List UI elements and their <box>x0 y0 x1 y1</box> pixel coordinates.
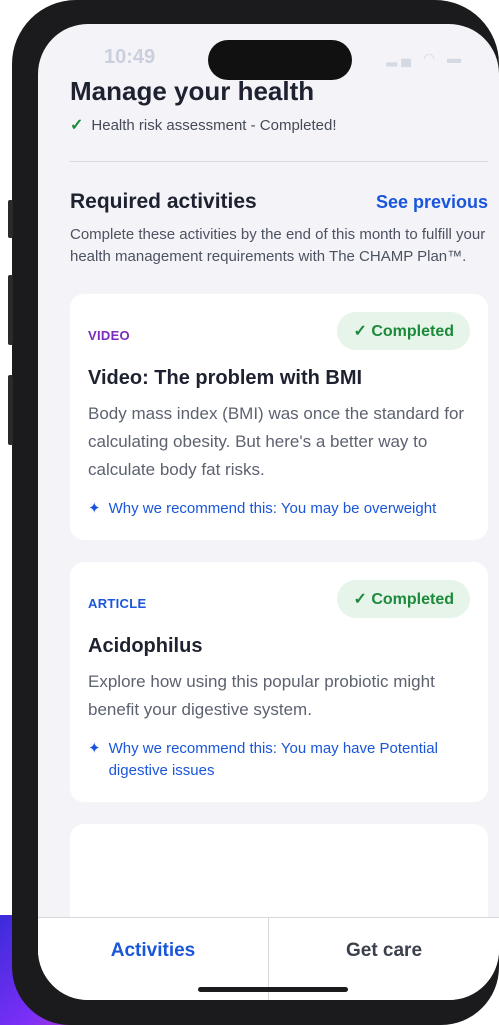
sparkle-icon: ✦ <box>88 740 101 757</box>
divider <box>70 161 488 162</box>
recommendation-text: Why we recommend this: You may be overwe… <box>108 500 437 517</box>
phone-frame: 10:49 ▂▄ ◠ ▬ Manage your health ✓ Health… <box>8 0 499 1025</box>
recommendation-text: Why we recommend this: You may have Pote… <box>108 740 438 779</box>
activity-card-video[interactable]: VIDEO ✓ Completed Video: The problem wit… <box>70 294 488 540</box>
required-description: Complete these activities by the end of … <box>70 226 486 265</box>
assessment-status: ✓ Health risk assessment - Completed! <box>70 115 488 135</box>
recommendation-reason[interactable]: ✦ Why we recommend this: You may be over… <box>88 498 470 520</box>
card-title: Acidophilus <box>88 635 203 657</box>
main-content: Manage your health ✓ Health risk assessm… <box>70 76 488 950</box>
signal-icon: ▂▄ <box>386 50 415 66</box>
required-header: Required activities See previous <box>70 190 488 214</box>
battery-icon: ▬ <box>447 50 465 66</box>
sparkle-icon: ✦ <box>88 500 101 517</box>
recommendation-reason[interactable]: ✦ Why we recommend this: You may have Po… <box>88 738 470 782</box>
volume-down-button <box>8 375 13 445</box>
required-title: Required activities <box>70 190 257 213</box>
mute-switch <box>8 200 13 238</box>
wifi-icon: ◠ <box>422 50 440 66</box>
volume-up-button <box>8 275 13 345</box>
status-icons: ▂▄ ◠ ▬ <box>386 50 465 67</box>
screen: 10:49 ▂▄ ◠ ▬ Manage your health ✓ Health… <box>38 24 499 1000</box>
completed-text: Completed <box>371 591 454 608</box>
check-icon: ✓ <box>353 323 367 340</box>
check-icon: ✓ <box>353 591 367 608</box>
bottom-tab-bar: Activities Get care <box>38 917 499 1000</box>
assessment-text: Health risk assessment - Completed! <box>91 116 337 134</box>
see-previous-link[interactable]: See previous <box>376 192 488 213</box>
card-title: Video: The problem with BMI <box>88 367 363 389</box>
check-icon: ✓ <box>70 117 84 134</box>
card-description: Body mass index (BMI) was once the stand… <box>88 404 465 479</box>
page-title: Manage your health <box>70 76 315 106</box>
status-time: 10:49 <box>104 46 156 68</box>
home-indicator[interactable] <box>198 987 348 992</box>
completed-badge: ✓ Completed <box>337 312 470 350</box>
activity-card-article[interactable]: ARTICLE ✓ Completed Acidophilus Explore … <box>70 562 488 802</box>
completed-badge: ✓ Completed <box>337 580 470 618</box>
completed-text: Completed <box>371 323 454 340</box>
dynamic-island <box>208 40 352 80</box>
card-description: Explore how using this popular probiotic… <box>88 672 435 719</box>
